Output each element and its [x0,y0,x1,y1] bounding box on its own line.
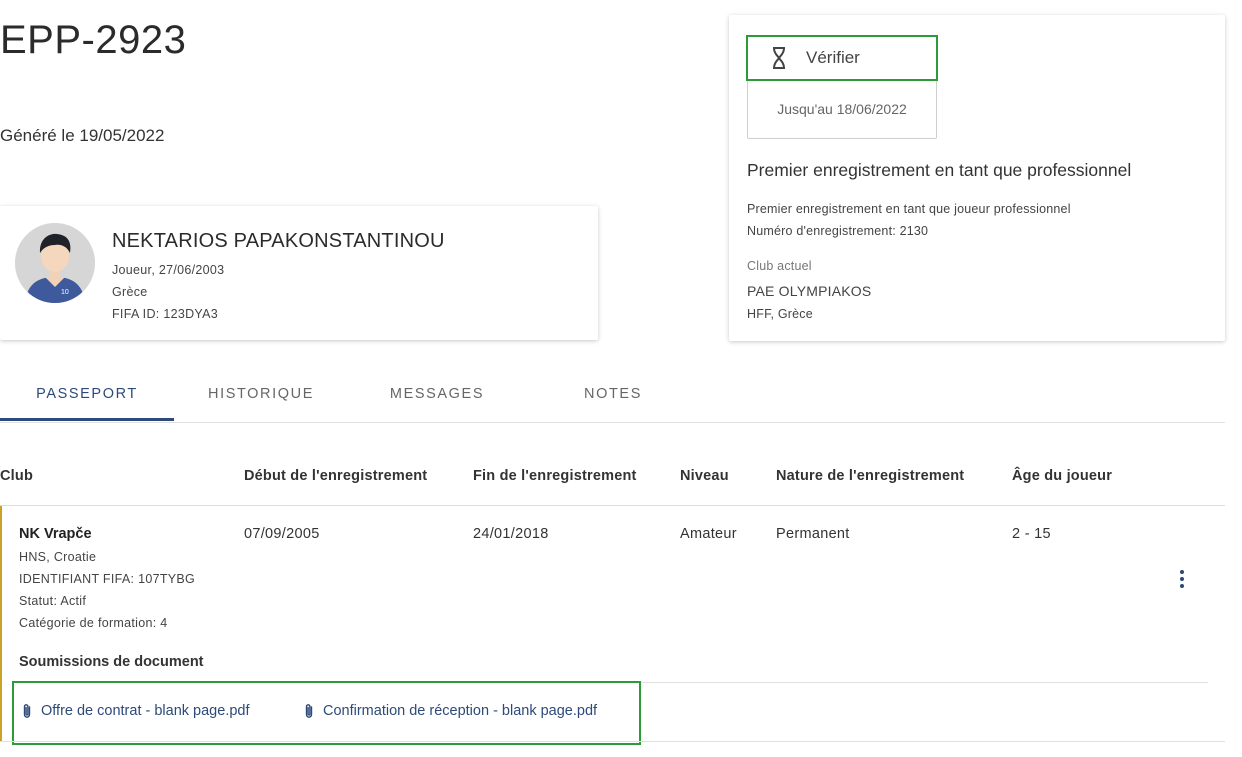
player-fifa-id: FIFA ID: 123DYA3 [112,307,219,321]
row-bottom-divider [0,741,1225,742]
documents-divider [19,682,1208,683]
registration-status-card: Vérifier Jusqu'au 18/06/2022 Premier enr… [729,15,1225,341]
avatar: 10 [15,223,95,303]
player-avatar-icon: 10 [15,223,95,303]
column-header-age: Âge du joueur [1012,468,1113,484]
tab-messages[interactable]: MESSAGES [352,366,522,421]
paperclip-icon [305,704,313,719]
jersey-number: 10 [61,289,69,296]
document-name: Confirmation de réception - blank page.p… [323,703,598,719]
club-association: HNS, Croatie [19,550,97,564]
document-link-contract[interactable]: Offre de contrat - blank page.pdf [22,703,250,719]
documents-title: Soumissions de document [19,654,204,670]
hourglass-icon [773,47,785,69]
registration-desc: Premier enregistrement en tant que joueu… [747,202,1071,216]
table-header-divider [0,505,1225,506]
status-label: Vérifier [806,48,860,67]
player-country: Grèce [112,285,148,299]
row-accent-bar [0,506,2,742]
player-role-dob: Joueur, 27/06/2003 [112,263,225,277]
registration-nature: Permanent [776,526,850,542]
current-club-association: HFF, Grèce [747,307,813,321]
paperclip-icon [23,704,31,719]
club-fifa-id: IDENTIFIANT FIFA: 107TYBG [19,572,196,586]
club-status: Statut: Actif [19,594,87,608]
more-options-icon[interactable] [1172,568,1192,590]
player-card: 10 NEKTARIOS PAPAKONSTANTINOU Joueur, 27… [0,206,598,340]
tab-bar: PASSEPORT HISTORIQUE MESSAGES NOTES [0,366,1225,423]
column-header-club: Club [0,468,34,484]
registration-title: Premier enregistrement en tant que profe… [747,160,1132,180]
tab-notes[interactable]: NOTES [530,366,696,421]
column-header-end: Fin de l'enregistrement [473,468,637,484]
registration-end: 24/01/2018 [473,526,549,542]
tab-historique[interactable]: HISTORIQUE [174,366,348,421]
current-club-label: Club actuel [747,259,812,273]
column-header-level: Niveau [680,468,729,484]
registration-level: Amateur [680,526,737,542]
club-training-category: Catégorie de formation: 4 [19,616,168,630]
document-name: Offre de contrat - blank page.pdf [41,703,250,719]
column-header-nature: Nature de l'enregistrement [776,468,965,484]
tab-passeport[interactable]: PASSEPORT [0,366,174,421]
document-link-receipt[interactable]: Confirmation de réception - blank page.p… [304,703,597,719]
current-club-name: PAE OLYMPIAKOS [747,283,872,299]
player-name: NEKTARIOS PAPAKONSTANTINOU [112,230,445,252]
generated-date: Généré le 19/05/2022 [0,126,165,145]
column-header-start: Début de l'enregistrement [244,468,428,484]
status-deadline: Jusqu'au 18/06/2022 [777,101,907,117]
page-title: EPP-2923 [0,18,187,62]
club-name: NK Vrapče [19,526,92,542]
status-box: Vérifier Jusqu'au 18/06/2022 [747,35,937,139]
registration-number: Numéro d'enregistrement: 2130 [747,224,929,238]
registration-start: 07/09/2005 [244,526,320,542]
status-header[interactable]: Vérifier [748,36,936,81]
player-age-range: 2 - 15 [1012,526,1051,542]
